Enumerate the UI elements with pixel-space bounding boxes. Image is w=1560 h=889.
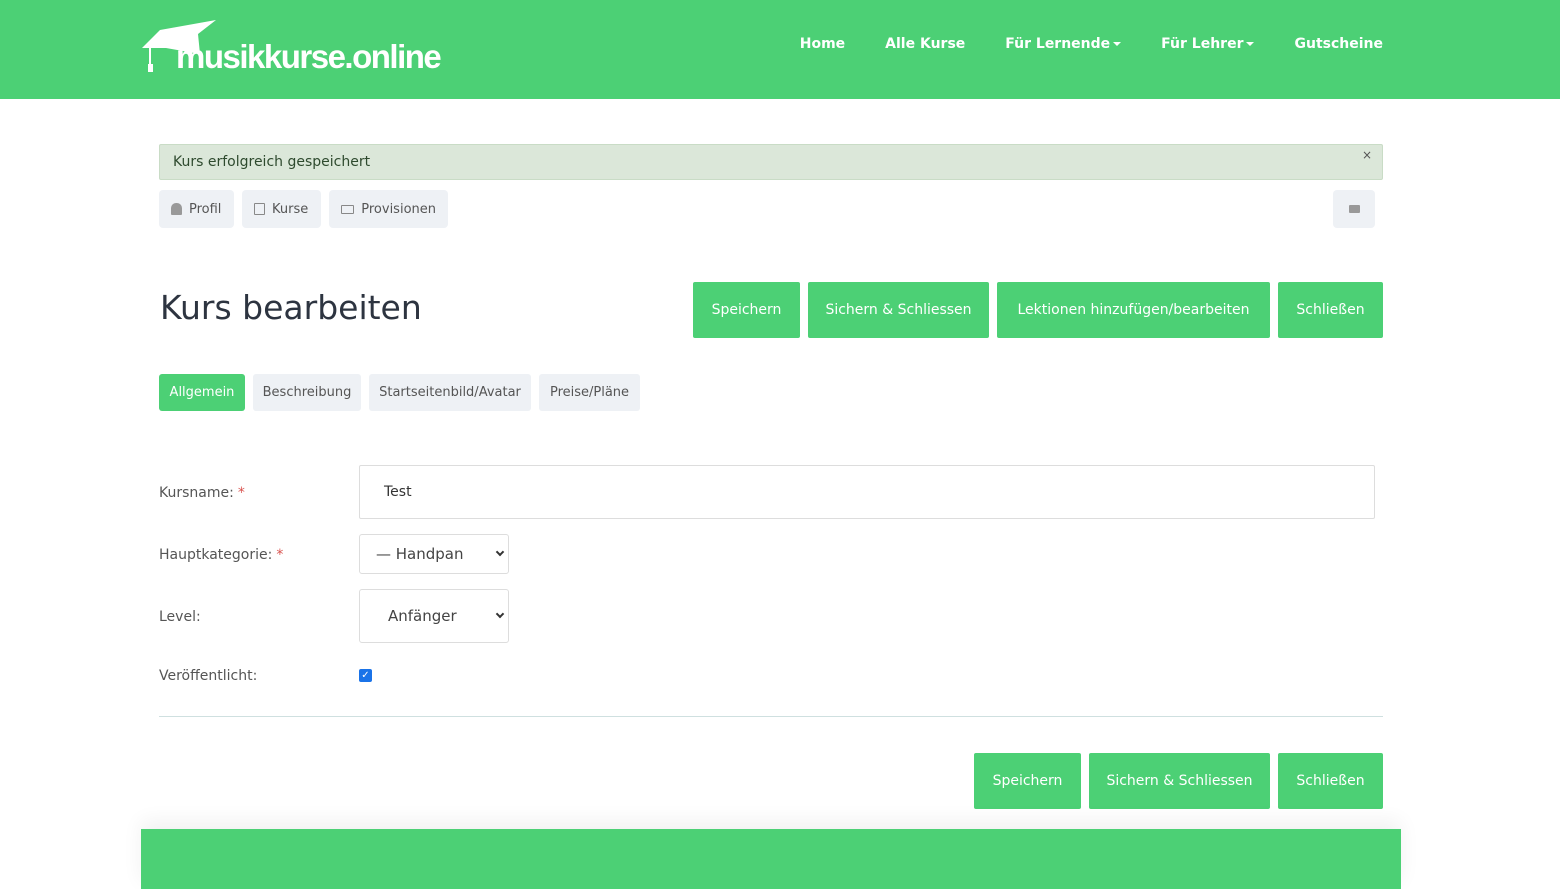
caret-down-icon xyxy=(1246,42,1255,46)
close-button[interactable]: Schließen xyxy=(1278,282,1383,338)
main-nav: Home Alle Kurse Für Lernende Für Lehrer … xyxy=(800,36,1383,52)
save-close-button[interactable]: Sichern & Schliessen xyxy=(808,282,989,338)
logo[interactable]: musikkurse.online xyxy=(140,18,450,78)
close-button-bottom[interactable]: Schließen xyxy=(1278,753,1383,809)
button-label: Kurse xyxy=(272,201,309,217)
button-label: Provisionen xyxy=(361,201,436,217)
nav-fuer-lernende[interactable]: Für Lernende xyxy=(1005,36,1122,52)
footer xyxy=(141,829,1401,889)
page-title: Kurs bearbeiten xyxy=(160,288,422,327)
header: musikkurse.online Home Alle Kurse Für Le… xyxy=(0,0,1560,99)
save-close-button-bottom[interactable]: Sichern & Schliessen xyxy=(1089,753,1270,809)
close-icon[interactable]: × xyxy=(1362,148,1372,162)
nav-label: Für Lehrer xyxy=(1161,36,1244,52)
level-label: Level: xyxy=(159,609,201,625)
kursname-input[interactable]: Test xyxy=(359,465,1375,519)
veroeffentlicht-checkbox[interactable]: ✓ xyxy=(359,669,372,682)
save-button[interactable]: Speichern xyxy=(693,282,800,338)
kurse-button[interactable]: Kurse xyxy=(242,190,321,228)
button-label: Profil xyxy=(189,201,222,217)
caret-down-icon xyxy=(1113,42,1122,46)
profil-button[interactable]: Profil xyxy=(159,190,234,228)
label-text: Kursname: xyxy=(159,485,234,501)
chevron-down-icon xyxy=(495,609,505,619)
money-icon xyxy=(341,204,355,214)
save-button-bottom[interactable]: Speichern xyxy=(974,753,1081,809)
hauptkategorie-label: Hauptkategorie: * xyxy=(159,547,283,563)
provisionen-button[interactable]: Provisionen xyxy=(329,190,448,228)
sign-out-icon xyxy=(1348,205,1360,213)
select-value: Anfänger xyxy=(388,607,457,625)
select-value: — Handpan xyxy=(376,545,464,563)
level-select[interactable]: Anfänger xyxy=(359,589,509,643)
tab-startseitenbild[interactable]: Startseitenbild/Avatar xyxy=(369,374,531,411)
kursname-label: Kursname: * xyxy=(159,485,245,501)
chevron-down-icon xyxy=(495,547,505,557)
tab-beschreibung[interactable]: Beschreibung xyxy=(253,374,361,411)
alert-message: Kurs erfolgreich gespeichert xyxy=(173,154,371,170)
nav-gutscheine[interactable]: Gutscheine xyxy=(1294,36,1383,52)
label-text: Hauptkategorie: xyxy=(159,547,273,563)
divider xyxy=(159,716,1383,717)
tab-preise[interactable]: Preise/Pläne xyxy=(539,374,640,411)
veroeffentlicht-label: Veröffentlicht: xyxy=(159,668,258,684)
required-mark: * xyxy=(276,547,284,563)
success-alert: Kurs erfolgreich gespeichert × xyxy=(159,144,1383,180)
tab-allgemein[interactable]: Allgemein xyxy=(159,374,245,411)
logout-button[interactable] xyxy=(1333,190,1375,228)
hauptkategorie-select[interactable]: — Handpan xyxy=(359,534,509,574)
user-icon xyxy=(171,203,182,215)
file-icon xyxy=(254,203,265,215)
lessons-button[interactable]: Lektionen hinzufügen/bearbeiten xyxy=(997,282,1270,338)
nav-alle-kurse[interactable]: Alle Kurse xyxy=(885,36,965,52)
nav-label: Für Lernende xyxy=(1005,36,1111,52)
logo-text: musikkurse.online xyxy=(176,38,442,75)
nav-home[interactable]: Home xyxy=(800,36,845,52)
nav-fuer-lehrer[interactable]: Für Lehrer xyxy=(1161,36,1255,52)
required-mark: * xyxy=(237,485,245,501)
